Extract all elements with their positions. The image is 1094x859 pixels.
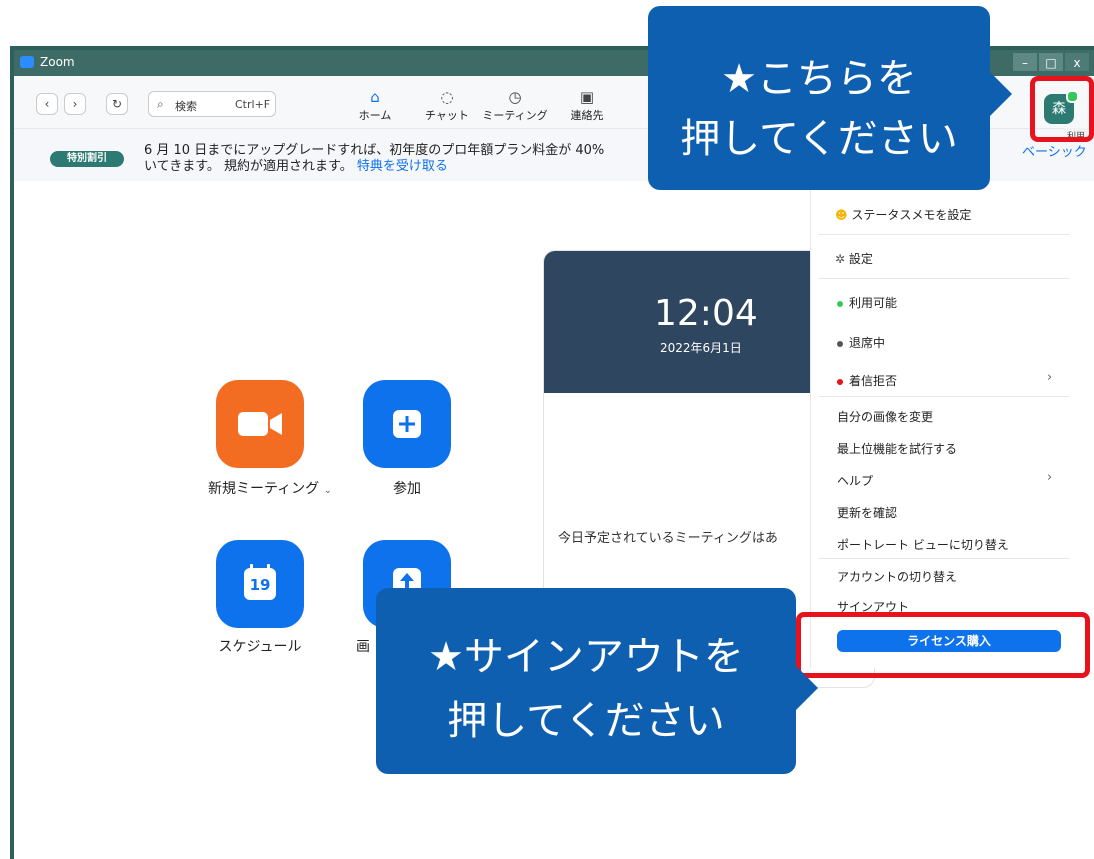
top-callout-line1: ★こちらを	[721, 56, 917, 102]
contacts-icon: ▣	[579, 88, 595, 106]
minimize-button[interactable]: –	[1012, 52, 1038, 72]
tab-contacts[interactable]: ▣ 連絡先	[554, 88, 620, 123]
search-shortcut: Ctrl+F	[235, 98, 271, 111]
close-button[interactable]: x	[1064, 52, 1090, 72]
menu-switch-account[interactable]: アカウントの切り替え	[837, 568, 957, 585]
banner-text-line2: いてきます。 規約が適用されます。 特典を受け取る	[144, 155, 448, 174]
banner-text-line2-body: いてきます。 規約が適用されます。	[144, 159, 353, 174]
chevron-right-icon: ›	[1047, 470, 1053, 485]
search-input[interactable]: ⌕ 検索 Ctrl+F	[148, 91, 276, 117]
top-callout-line2: 押してください	[680, 116, 958, 162]
plus-icon	[393, 410, 421, 438]
bottom-callout: ★サインアウトを 押してください	[376, 588, 796, 774]
search-placeholder: 検索	[175, 100, 197, 113]
basic-plan-link[interactable]: ベーシック	[1022, 141, 1087, 160]
dnd-dot-icon	[837, 378, 843, 385]
clock-icon: ◷	[508, 88, 522, 106]
menu-change-picture[interactable]: 自分の画像を変更	[837, 408, 933, 425]
bottom-callout-line2: 押してください	[447, 698, 725, 744]
video-camera-icon	[238, 412, 282, 436]
clock-time: 12:04	[654, 293, 758, 334]
new-meeting-button[interactable]	[216, 380, 304, 468]
clock-date: 2022年6月1日	[660, 341, 742, 355]
menu-status-available[interactable]: 利用可能	[837, 294, 897, 311]
sign-out-highlight-box	[796, 612, 1090, 678]
schedule-button[interactable]: 19	[216, 540, 304, 628]
new-meeting-label[interactable]: 新規ミーティング ⌄	[198, 478, 342, 498]
away-dot-icon	[837, 340, 843, 347]
menu-divider	[819, 278, 1069, 279]
menu-status-away[interactable]: 退席中	[837, 334, 885, 351]
join-button[interactable]	[363, 380, 451, 468]
menu-settings[interactable]: ✲ 設定	[835, 250, 873, 267]
bottom-callout-pointer	[794, 664, 818, 712]
tab-home[interactable]: ⌂ ホーム	[342, 88, 408, 123]
menu-portrait-view[interactable]: ポートレート ビューに切り替え	[837, 536, 1009, 553]
menu-check-updates[interactable]: 更新を確認	[837, 504, 897, 521]
menu-divider	[819, 234, 1069, 235]
claim-offer-link[interactable]: 特典を受け取る	[357, 159, 448, 174]
join-label[interactable]: 参加	[363, 478, 451, 498]
menu-divider	[819, 396, 1069, 397]
search-icon: ⌕	[157, 97, 164, 111]
avatar-highlight-box	[1030, 76, 1094, 142]
tab-meetings[interactable]: ◷ ミーティング	[482, 88, 548, 123]
bottom-callout-line1: ★サインアウトを	[428, 634, 744, 680]
menu-divider	[819, 558, 1069, 559]
tab-chat[interactable]: ◌ チャット	[414, 88, 480, 123]
menu-status-dnd[interactable]: 着信拒否	[837, 372, 897, 389]
gear-icon: ✲	[835, 252, 846, 266]
emoji-icon: ☻	[835, 208, 848, 222]
schedule-label[interactable]: スケジュール	[198, 636, 322, 656]
profile-menu: ☻ ステータスメモを設定 ✲ 設定 利用可能 退席中 着信拒否 › 自分の画像を…	[810, 186, 1075, 668]
window-title: Zoom	[40, 55, 75, 69]
home-icon: ⌂	[370, 88, 380, 106]
history-icon[interactable]: ↻	[106, 93, 128, 115]
menu-status-memo[interactable]: ☻ ステータスメモを設定	[835, 206, 971, 223]
chevron-right-icon: ›	[1047, 370, 1053, 385]
no-meetings-text: 今日予定されているミーティングはあ	[558, 531, 778, 546]
menu-help[interactable]: ヘルプ	[837, 472, 873, 489]
share-screen-label[interactable]: 画	[348, 636, 378, 656]
top-callout: ★こちらを 押してください	[648, 6, 990, 190]
menu-try-top-features[interactable]: 最上位機能を試行する	[837, 440, 957, 457]
discount-badge: 特別割引	[50, 151, 124, 167]
chat-icon: ◌	[440, 88, 454, 106]
zoom-logo-icon	[20, 56, 34, 68]
back-button[interactable]: ‹	[36, 93, 58, 115]
forward-button[interactable]: ›	[64, 93, 86, 115]
calendar-day-text: 19	[249, 576, 271, 594]
top-callout-pointer	[988, 70, 1012, 118]
maximize-button[interactable]: □	[1038, 52, 1064, 72]
available-dot-icon	[837, 300, 843, 307]
